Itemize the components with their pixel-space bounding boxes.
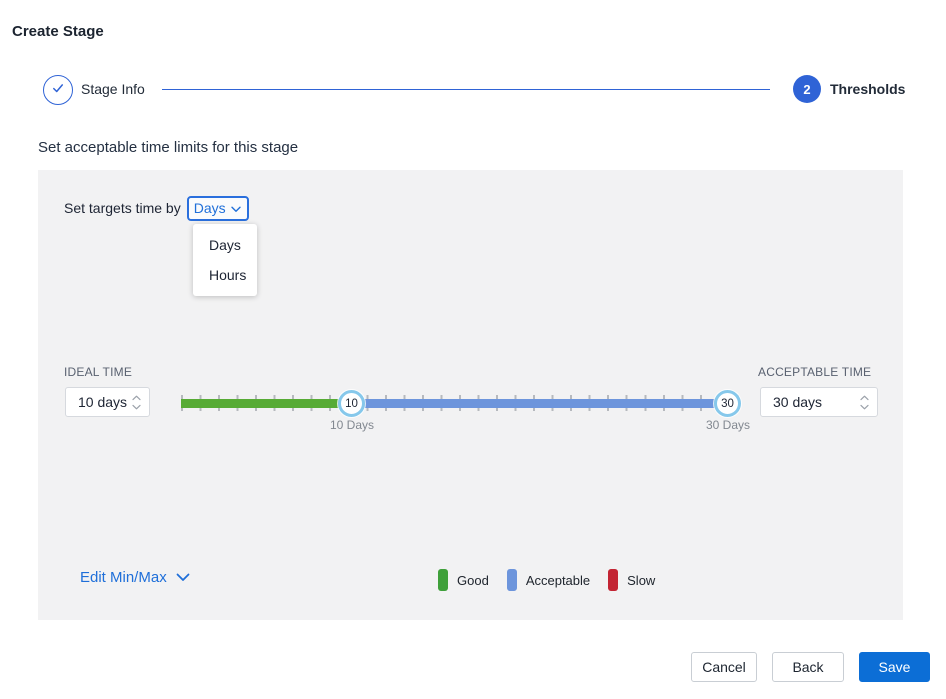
page-title: Create Stage <box>12 23 104 40</box>
slider-handle-min[interactable]: 10 <box>338 390 365 417</box>
ideal-time-label: IDEAL TIME <box>64 365 132 379</box>
legend-item-acceptable: Acceptable <box>507 569 590 591</box>
menu-item-hours[interactable]: Hours <box>193 260 257 290</box>
legend-swatch-acceptable <box>507 569 517 591</box>
edit-minmax-label: Edit Min/Max <box>80 569 167 586</box>
slider-max-axis-label: 30 Days <box>706 418 750 432</box>
slider-min-axis-label: 10 Days <box>330 418 374 432</box>
chevron-down-icon <box>132 404 141 410</box>
chevron-down-icon <box>231 200 241 216</box>
chevron-down-icon <box>176 569 190 586</box>
legend-label-slow: Slow <box>627 573 655 588</box>
slider-track-acceptable[interactable] <box>352 399 737 408</box>
legend-label-acceptable: Acceptable <box>526 573 590 588</box>
acceptable-time-input[interactable] <box>760 387 878 417</box>
unit-dropdown-trigger[interactable]: Days <box>187 196 249 221</box>
cancel-button[interactable]: Cancel <box>691 652 757 682</box>
stepper-connector-line <box>162 89 770 90</box>
chevron-up-icon <box>132 395 141 401</box>
back-button[interactable]: Back <box>772 652 844 682</box>
legend-label-good: Good <box>457 573 489 588</box>
legend-swatch-good <box>438 569 448 591</box>
unit-dropdown-value: Days <box>194 200 226 216</box>
section-subtitle: Set acceptable time limits for this stag… <box>38 139 298 156</box>
check-icon <box>50 80 66 101</box>
save-button[interactable]: Save <box>859 652 930 682</box>
legend-swatch-slow <box>608 569 618 591</box>
menu-item-days[interactable]: Days <box>193 230 257 260</box>
footer-actions: Cancel Back Save <box>0 652 930 682</box>
legend-item-good: Good <box>438 569 489 591</box>
slider-track-good[interactable] <box>181 399 352 408</box>
step-thresholds-indicator[interactable]: 2 <box>793 75 821 103</box>
chevron-down-icon <box>860 404 869 410</box>
ideal-time-stepper[interactable] <box>132 388 141 416</box>
step-stage-info-indicator[interactable] <box>43 75 73 105</box>
acceptable-time-stepper[interactable] <box>860 388 869 416</box>
thresholds-panel: Set targets time by Days Days Hours IDEA… <box>38 170 903 620</box>
chevron-up-icon <box>860 395 869 401</box>
target-time-label: Set targets time by <box>64 200 181 216</box>
slider-legend: Good Acceptable Slow <box>438 569 655 591</box>
acceptable-time-label: ACCEPTABLE TIME <box>758 365 871 379</box>
step-thresholds-label: Thresholds <box>830 81 905 97</box>
step-stage-info-label: Stage Info <box>81 81 145 97</box>
target-time-row: Set targets time by Days <box>64 195 249 221</box>
ideal-time-input[interactable] <box>65 387 150 417</box>
edit-minmax-link[interactable]: Edit Min/Max <box>80 569 190 586</box>
legend-item-slow: Slow <box>608 569 655 591</box>
slider-handle-max[interactable]: 30 <box>714 390 741 417</box>
unit-dropdown-menu: Days Hours <box>193 224 257 296</box>
